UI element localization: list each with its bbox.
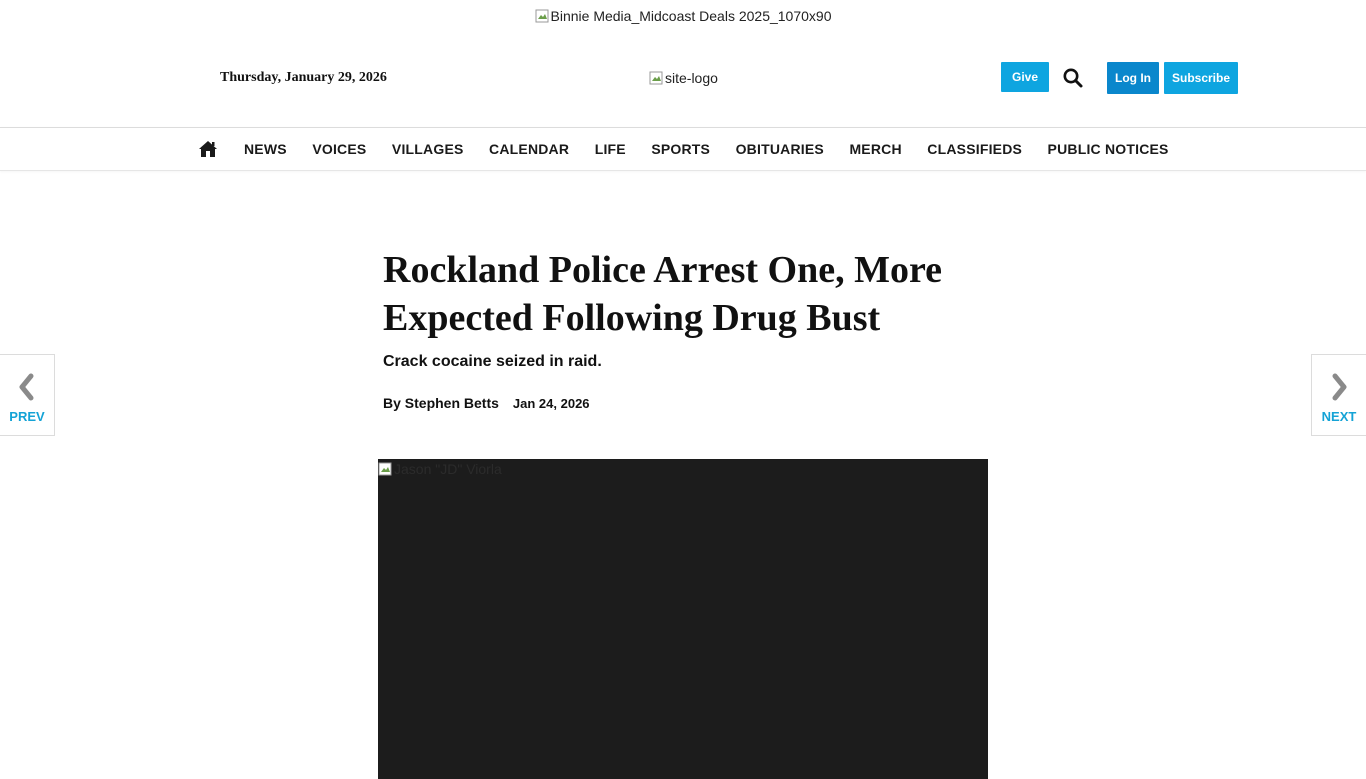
main-nav: NEWS VOICES VILLAGES CALENDAR LIFE SPORT… [0,127,1366,171]
broken-image-icon [378,462,392,476]
article-header: Rockland Police Arrest One, More Expecte… [383,246,1003,411]
chevron-left-icon [17,373,37,406]
nav-item-calendar[interactable]: CALENDAR [489,141,569,157]
nav-item-sports[interactable]: SPORTS [651,141,710,157]
nav-item-public-notices[interactable]: PUBLIC NOTICES [1048,141,1169,157]
nav-item-voices[interactable]: VOICES [312,141,366,157]
nav-item-obituaries[interactable]: OBITUARIES [736,141,824,157]
main-nav-items: NEWS VOICES VILLAGES CALENDAR LIFE SPORT… [198,128,1194,170]
give-button[interactable]: Give [1001,62,1049,92]
hero-image-alt: Jason "JD" Viorla [394,461,502,477]
ad-image-alt: Binnie Media_Midcoast Deals 2025_1070x90 [550,8,832,24]
site-logo-alt: site-logo [665,70,718,86]
site-logo[interactable]: site-logo [649,70,718,86]
nav-item-life[interactable]: LIFE [595,141,626,157]
ad-image[interactable]: Binnie Media_Midcoast Deals 2025_1070x90 [535,8,832,24]
login-button[interactable]: Log In [1107,62,1159,94]
nav-item-villages[interactable]: VILLAGES [392,141,464,157]
nav-item-news[interactable]: NEWS [244,141,287,157]
broken-image-icon [649,71,663,85]
author-link[interactable]: By Stephen Betts [383,395,499,411]
home-icon[interactable] [198,139,218,159]
ad-banner[interactable]: Binnie Media_Midcoast Deals 2025_1070x90 [0,0,1366,32]
next-label: NEXT [1321,409,1357,424]
prev-label: PREV [9,409,45,424]
next-article-button[interactable]: NEXT [1311,354,1366,436]
broken-image-icon [535,9,549,23]
article-headline: Rockland Police Arrest One, More Expecte… [383,249,942,339]
search-icon[interactable] [1062,67,1084,89]
article-byline: By Stephen Betts Jan 24, 2026 [383,395,1003,411]
article-hero-image[interactable]: Jason "JD" Viorla [378,459,988,779]
site-header: Thursday, January 29, 2026 site-logo Giv… [0,32,1366,127]
prev-article-button[interactable]: PREV [0,354,55,436]
nav-item-classifieds[interactable]: CLASSIFIEDS [927,141,1022,157]
hero-image-broken: Jason "JD" Viorla [378,461,502,477]
nav-item-merch[interactable]: MERCH [849,141,901,157]
header-date: Thursday, January 29, 2026 [220,70,387,85]
article-subhead: Crack cocaine seized in raid. [383,353,602,370]
article-date: Jan 24, 2026 [512,395,590,411]
chevron-right-icon [1329,373,1349,406]
subscribe-button[interactable]: Subscribe [1164,62,1238,94]
